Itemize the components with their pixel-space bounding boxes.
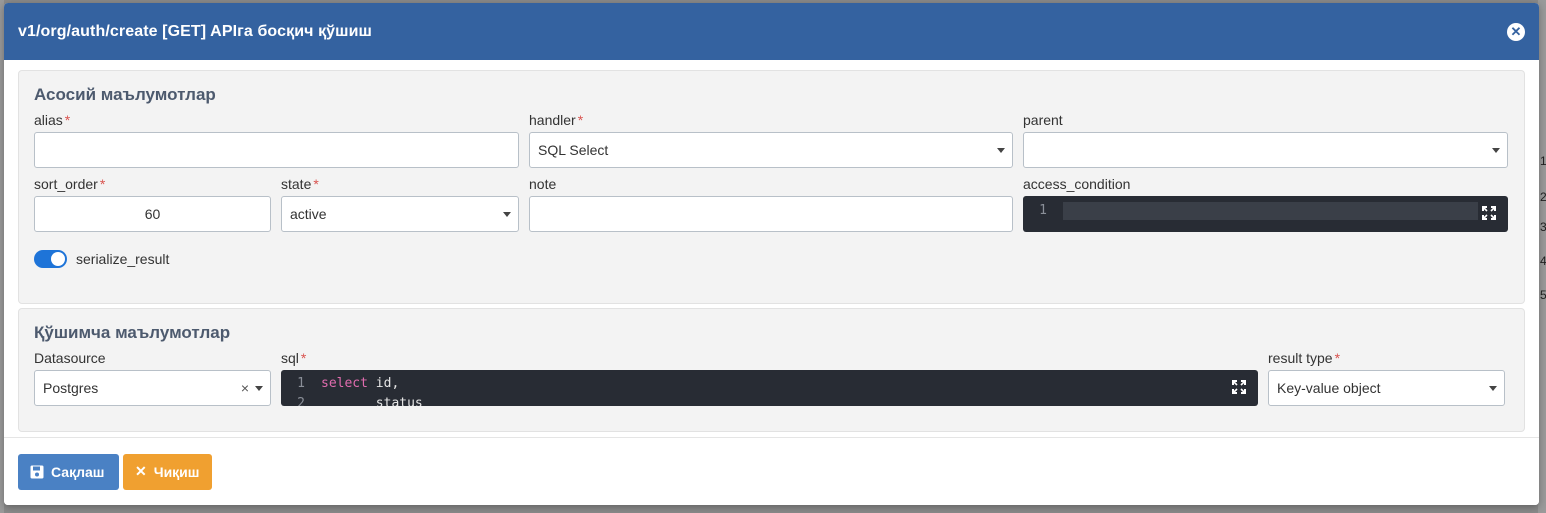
sql-field-group: sql * 1 select id, 2 status <box>281 350 1258 406</box>
note-field-group: note <box>529 176 1013 232</box>
result-type-field-group: result type * Key-value object <box>1268 350 1505 406</box>
alias-label: alias * <box>34 112 71 128</box>
handler-field-group: handler * SQL Select <box>529 112 1013 168</box>
backdrop-row-number: 2 <box>1540 190 1546 204</box>
required-marker: * <box>99 176 106 192</box>
sql-label: sql * <box>281 350 307 366</box>
alias-input[interactable] <box>34 132 519 168</box>
extra-panel-title: Қўшимча маълумотлар <box>34 323 231 342</box>
sort-order-field-group: sort_order * <box>34 176 271 232</box>
datasource-label: Datasource <box>34 350 106 366</box>
step-modal: v1/org/auth/create [GET] APIга босқич қў… <box>4 3 1539 505</box>
state-select[interactable]: active <box>281 196 519 232</box>
serialize-result-toggle[interactable] <box>34 250 67 268</box>
note-label: note <box>529 176 557 192</box>
modal-header: v1/org/auth/create [GET] APIга босқич қў… <box>4 3 1539 60</box>
access-condition-editor[interactable]: 1 <box>1023 196 1508 232</box>
floppy-disk-icon <box>30 465 44 478</box>
active-line-highlight <box>1063 202 1478 220</box>
main-info-panel: Асосий маълумотлар alias * handler * SQL S… <box>18 70 1525 304</box>
state-label: state * <box>281 176 319 192</box>
result-type-value: Key-value object <box>1277 380 1381 396</box>
expand-icon[interactable] <box>1232 380 1246 394</box>
sql-editor[interactable]: 1 select id, 2 status <box>281 370 1258 406</box>
result-type-select[interactable]: Key-value object <box>1268 370 1505 406</box>
form-row-2: sort_order* state* active note access_co… <box>34 176 1509 232</box>
close-icon: ✕ <box>135 463 147 479</box>
clear-icon[interactable]: × <box>241 380 249 396</box>
datasource-value: Postgres <box>43 380 99 396</box>
alias-field-group: alias * <box>34 112 519 168</box>
close-icon[interactable]: ✕ <box>1507 22 1525 41</box>
exit-button[interactable]: ✕ Чиқиш <box>123 453 212 490</box>
code-line: 2 status <box>281 390 1258 406</box>
parent-label: parent <box>1023 112 1063 128</box>
backdrop-row-number: 1 <box>1540 154 1546 168</box>
result-type-label: result type * <box>1268 350 1341 366</box>
handler-value: SQL Select <box>538 142 609 158</box>
handler-select[interactable]: SQL Select <box>529 132 1013 168</box>
line-number: 2 <box>297 396 305 406</box>
backdrop-row-number: 4 <box>1540 254 1546 268</box>
note-input[interactable] <box>529 196 1013 232</box>
chevron-down-icon <box>503 211 511 217</box>
handler-label: handler * <box>529 112 584 128</box>
save-button-label: Сақлаш <box>51 463 105 480</box>
required-marker: * <box>313 176 319 192</box>
modal-title: v1/org/auth/create [GET] APIга босқич қў… <box>18 22 372 40</box>
required-marker: * <box>300 350 307 366</box>
required-marker: * <box>64 112 71 128</box>
backdrop-row-number: 5 <box>1540 288 1546 302</box>
chevron-down-icon <box>1492 147 1500 153</box>
datasource-field-group: Datasource Postgres × <box>34 350 271 406</box>
modal-body: Асосий маълумотлар alias * handler * SQL S… <box>4 60 1539 437</box>
line-number: 1 <box>1039 203 1047 218</box>
code-line: 1 select id, <box>281 370 1258 391</box>
sort-order-input[interactable] <box>34 196 271 232</box>
access-condition-label: access_condition <box>1023 176 1131 192</box>
main-panel-title: Асосий маълумотлар <box>34 85 216 104</box>
modal-footer: Сақлаш ✕ Чиқиш <box>4 437 1539 505</box>
form-row-3: Datasource Postgres × sql * 1 select id,… <box>34 350 1509 406</box>
extra-info-panel: Қўшимча маълумотлар Datasource Postgres … <box>18 308 1525 432</box>
parent-select[interactable] <box>1023 132 1508 168</box>
parent-field-group: parent <box>1023 112 1508 168</box>
access-condition-field-group: access_condition 1 <box>1023 176 1508 232</box>
sql-text: status <box>321 396 423 406</box>
chevron-down-icon <box>255 385 263 391</box>
state-field-group: state * active <box>281 176 519 232</box>
chevron-down-icon <box>997 147 1005 153</box>
required-marker: * <box>1334 350 1341 366</box>
chevron-down-icon <box>1489 385 1497 391</box>
backdrop-right: 1 2 3 4 5 <box>1538 0 1546 513</box>
exit-button-label: Чиқиш <box>153 463 200 480</box>
serialize-result-row: serialize_result <box>34 250 1509 268</box>
sort-order-label: sort_order * <box>34 176 106 192</box>
datasource-select[interactable]: Postgres × <box>34 370 271 406</box>
expand-icon[interactable] <box>1482 206 1496 220</box>
serialize-result-label: serialize_result <box>76 251 170 267</box>
state-value: active <box>290 206 327 222</box>
line-number: 1 <box>297 376 305 391</box>
form-row-1: alias * handler * SQL Select parent <box>34 112 1509 168</box>
backdrop-row-number: 3 <box>1540 220 1546 234</box>
toggle-knob <box>51 252 65 266</box>
required-marker: * <box>577 112 584 128</box>
sql-text: id, <box>367 376 400 391</box>
save-button[interactable]: Сақлаш <box>18 453 119 490</box>
sql-keyword: select <box>321 376 368 391</box>
